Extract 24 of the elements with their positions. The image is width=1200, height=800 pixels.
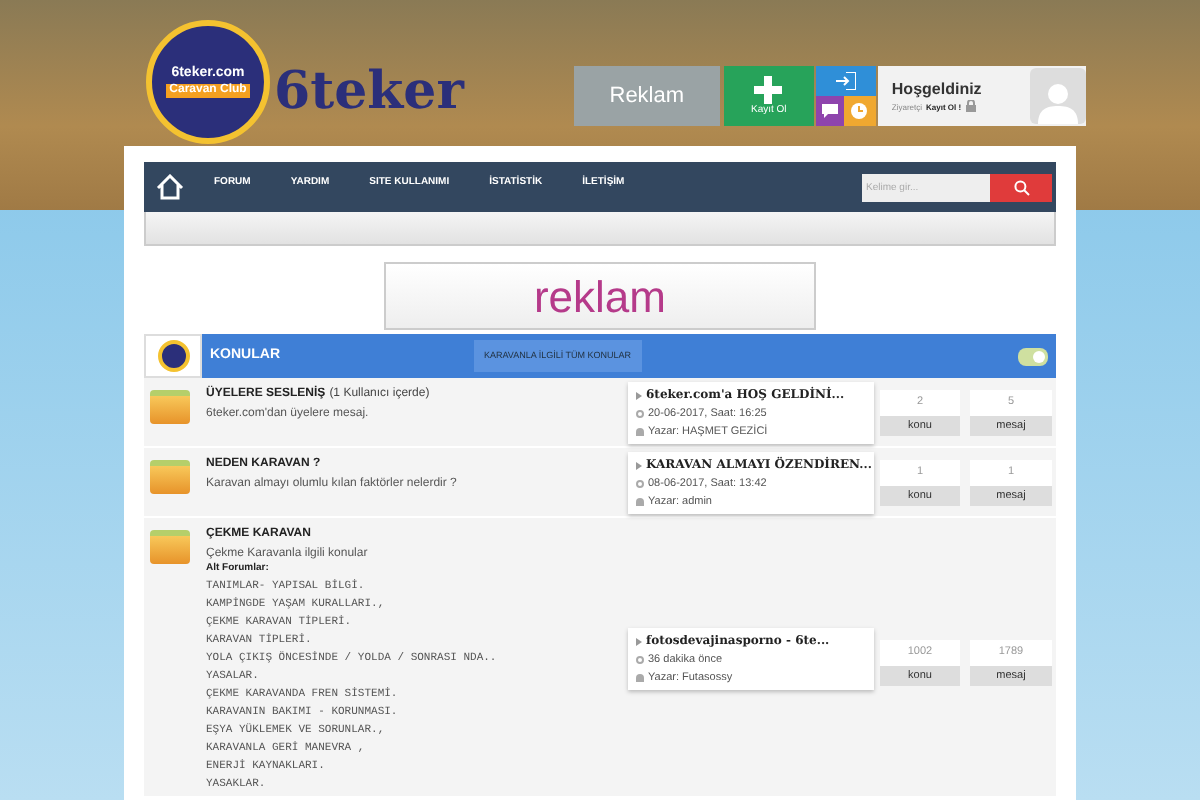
- folder-icon: [150, 460, 190, 494]
- clock-icon: [636, 409, 644, 418]
- clock-icon: [636, 479, 644, 488]
- avatar-icon: [1029, 68, 1086, 124]
- user-icon: [636, 497, 644, 506]
- welcome-text: Hoşgeldiniz: [891, 80, 984, 100]
- plus-icon: [754, 76, 783, 104]
- arrow-icon: [636, 637, 642, 645]
- user-icon: [636, 673, 644, 682]
- ad-banner[interactable]: reklam: [384, 262, 816, 330]
- toggle-icon[interactable]: [1018, 347, 1048, 365]
- folder-icon: [150, 390, 190, 424]
- folder-icon: [150, 530, 190, 564]
- brand-logo-text: 6teker: [274, 66, 464, 118]
- clock-icon: [636, 655, 644, 664]
- user-icon: [636, 427, 644, 436]
- arrow-icon: [636, 461, 642, 469]
- clock-icon[interactable]: [843, 96, 876, 126]
- lock-icon: [965, 100, 976, 112]
- login-icon[interactable]: [815, 66, 876, 96]
- arrow-icon: [636, 391, 642, 399]
- search-icon: [1013, 179, 1029, 195]
- message-icon[interactable]: [815, 96, 844, 126]
- search-button[interactable]: [990, 173, 1052, 201]
